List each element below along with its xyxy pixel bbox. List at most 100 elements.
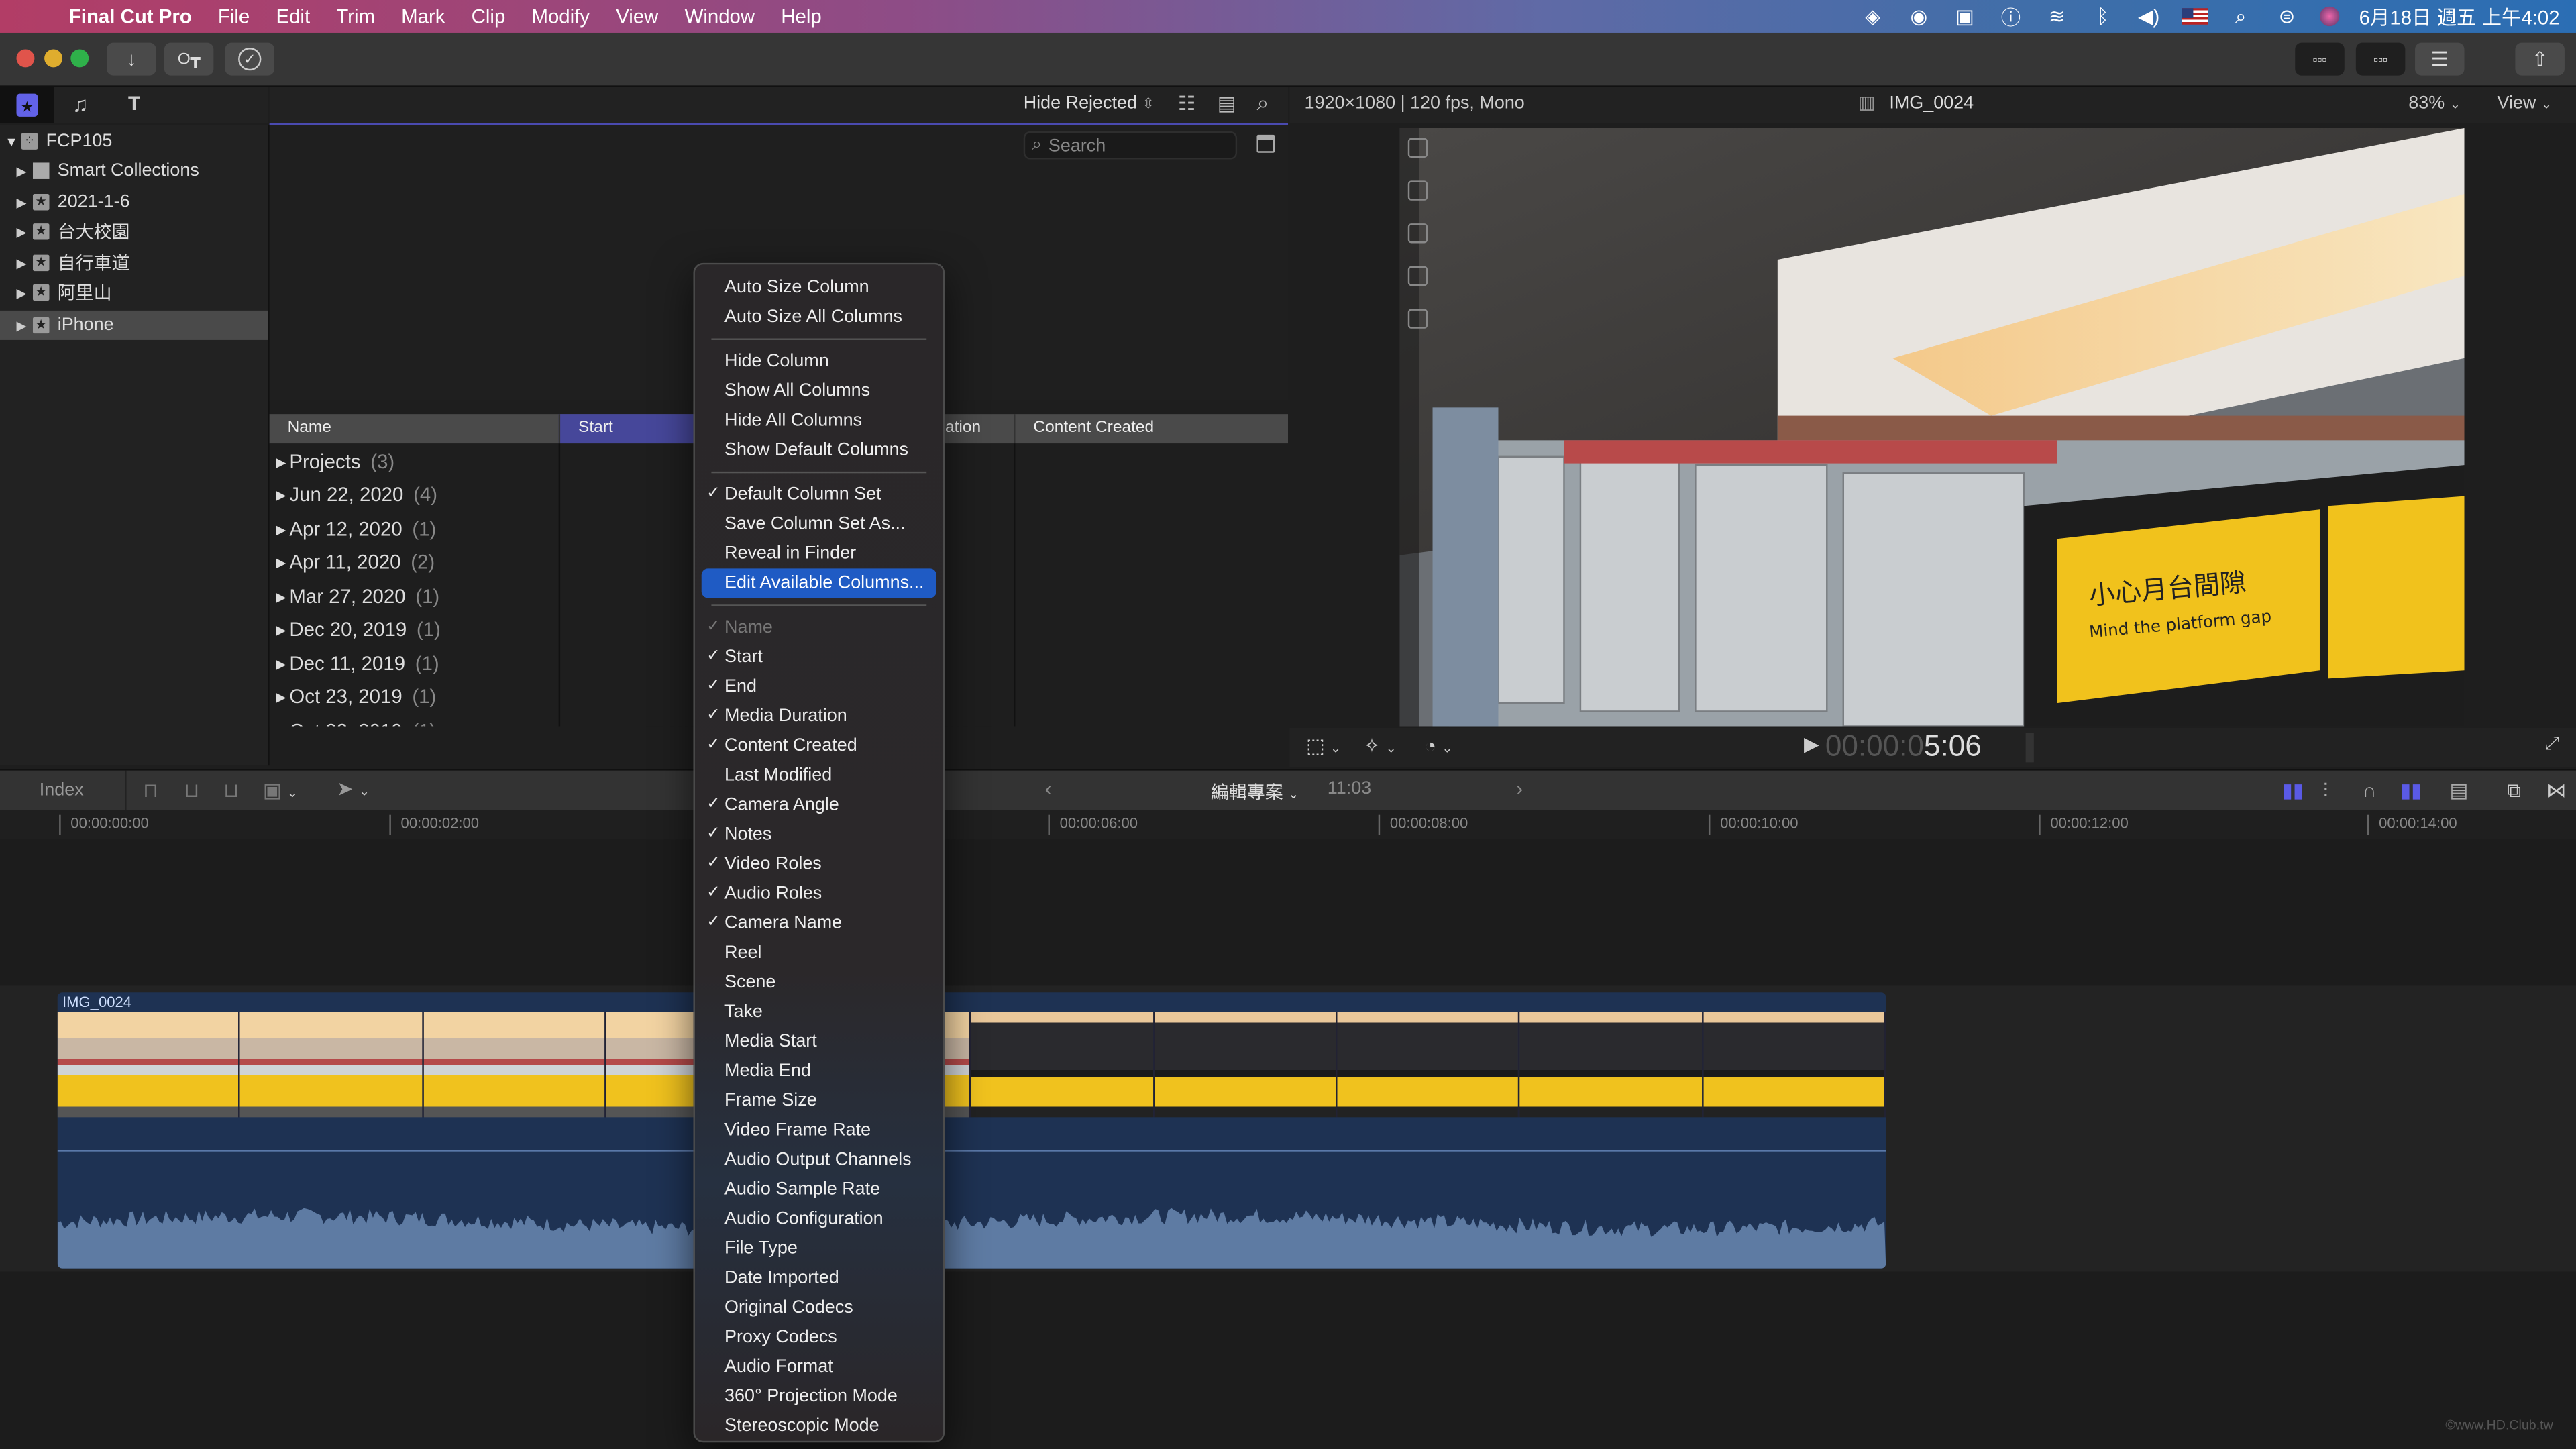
disclosure-icon[interactable]: ▶ — [16, 224, 30, 239]
menu-item-video-roles[interactable]: ✓ Video Roles — [702, 849, 936, 879]
retime-menu[interactable]: ◔ ⌄ — [1424, 735, 1452, 757]
timeline-index-button[interactable]: Index — [0, 770, 127, 810]
minimize-window-button[interactable] — [44, 49, 63, 68]
column-header-content-created[interactable]: Content Created — [1014, 414, 1288, 444]
menu-clip[interactable]: Clip — [458, 5, 519, 28]
keyword-editor-button[interactable]: O┳ — [164, 42, 214, 76]
disclosure-icon[interactable]: ▶ — [276, 522, 286, 537]
video-frame[interactable]: 小心月台間隙 Mind the platform gap — [1399, 128, 2465, 727]
us-flag-input-icon[interactable] — [2182, 8, 2208, 25]
menu-item-show-default-columns[interactable]: Show Default Columns — [702, 435, 936, 465]
menu-item-show-all-columns[interactable]: Show All Columns — [702, 376, 936, 406]
cpu-icon[interactable]: ▣ — [1951, 5, 1978, 28]
menu-item-last-modified[interactable]: Last Modified — [702, 761, 936, 790]
menu-app-name[interactable]: Final Cut Pro — [56, 5, 205, 28]
menu-item-end[interactable]: ✓ End — [702, 672, 936, 702]
menu-item-camera-angle[interactable]: ✓ Camera Angle — [702, 790, 936, 820]
menu-item-frame-size[interactable]: Frame Size — [702, 1086, 936, 1116]
menu-item-edit-available-columns[interactable]: Edit Available Columns... — [701, 568, 936, 598]
disclosure-icon[interactable]: ▶ — [276, 689, 286, 704]
sidebar-item-event[interactable]: ▶ ★ 自行車道 — [0, 248, 268, 278]
menu-item-media-duration[interactable]: ✓ Media Duration — [702, 702, 936, 731]
menu-item-take[interactable]: Take — [702, 998, 936, 1027]
clip-filter-popup[interactable]: Hide Rejected ⇳ — [1024, 94, 1155, 113]
titles-generators-tab[interactable]: T — [128, 92, 140, 115]
inspector-toggle-button[interactable]: ☰ — [2415, 42, 2465, 76]
menu-item-media-start[interactable]: Media Start — [702, 1027, 936, 1057]
menu-item-notes[interactable]: ✓ Notes — [702, 820, 936, 849]
menu-item-content-created[interactable]: ✓ Content Created — [702, 731, 936, 761]
menu-item-audio-configuration[interactable]: Audio Configuration — [702, 1204, 936, 1234]
menu-item-save-column-set-as[interactable]: Save Column Set As... — [702, 509, 936, 539]
clip-appearance-button[interactable]: ▤ — [2449, 779, 2468, 802]
browser-search-field[interactable]: ⌕ Search — [1023, 131, 1238, 160]
column-header-duration[interactable]: ration — [940, 414, 1014, 443]
menu-item-default-column-set[interactable]: ✓ Default Column Set — [702, 480, 936, 509]
disclosure-icon[interactable]: ▶ — [276, 555, 286, 570]
column-header-start[interactable]: Start — [558, 414, 694, 444]
menu-item-audio-roles[interactable]: ✓ Audio Roles — [702, 879, 936, 908]
menu-clock[interactable]: 6月18日 週五 上午4:02 — [2359, 3, 2560, 31]
clip-appearance-button[interactable]: ☷ — [1178, 92, 1195, 115]
disclosure-open-icon[interactable]: ▼ — [5, 134, 21, 149]
timecode-display[interactable]: 00:00:05:06 — [1825, 729, 1982, 763]
disclosure-icon[interactable]: ▶ — [276, 589, 286, 604]
sidebar-item-iphone[interactable]: ▶ ★ iPhone — [0, 310, 268, 340]
siri-icon[interactable] — [2319, 6, 2340, 27]
disclosure-icon[interactable]: ▶ — [16, 164, 30, 178]
wifi-icon[interactable]: ≋ — [2043, 5, 2070, 28]
import-media-button[interactable]: ↓ — [107, 42, 156, 76]
menu-item-hide-all-columns[interactable]: Hide All Columns — [702, 406, 936, 435]
transitions-browser-toggle[interactable]: ⋈ — [2546, 779, 2566, 802]
disclosure-icon[interactable]: ▶ — [276, 622, 286, 637]
sidebar-item-event[interactable]: ▶ ★ 2021-1-6 — [0, 187, 268, 217]
connect-clip-button[interactable]: ⊓ — [143, 779, 158, 802]
browser-toggle-button[interactable]: ▫▫▫ — [2295, 42, 2345, 76]
close-window-button[interactable] — [16, 49, 35, 68]
menu-item-reveal-in-finder[interactable]: Reveal in Finder — [702, 539, 936, 568]
screen-recorder-icon[interactable]: ◉ — [1906, 5, 1932, 28]
menu-item-audio-output-channels[interactable]: Audio Output Channels — [702, 1145, 936, 1175]
disclosure-icon[interactable]: ▶ — [16, 318, 30, 333]
menu-item-camera-name[interactable]: ✓ Camera Name — [702, 908, 936, 938]
enhancements-menu[interactable]: ✧ ⌄ — [1364, 735, 1397, 757]
libraries-tab[interactable]: ★ — [0, 87, 54, 123]
menu-file[interactable]: File — [205, 5, 263, 28]
viewer-view-menu[interactable]: View ⌄ — [2497, 94, 2552, 113]
menu-item-auto-size-column[interactable]: Auto Size Column — [702, 273, 936, 303]
timeline-history-back[interactable]: ‹ — [1045, 777, 1052, 800]
zoom-window-button[interactable] — [70, 49, 89, 68]
timeline-ruler[interactable]: 00:00:00:00 00:00:02:00 00:00:04:00 00:0… — [0, 810, 2576, 840]
menu-item-video-frame-rate[interactable]: Video Frame Rate — [702, 1116, 936, 1145]
spotlight-search-icon[interactable]: ⌕ — [2228, 4, 2254, 28]
project-name-menu[interactable]: 編輯專案 ⌄ — [1211, 779, 1299, 805]
menu-mark[interactable]: Mark — [388, 5, 459, 28]
browser-inspector-toggle[interactable] — [1256, 134, 1275, 153]
append-clip-button[interactable]: ⊔ — [223, 779, 239, 802]
sidebar-item-smart-collections[interactable]: ▶ Smart Collections — [0, 156, 268, 186]
menu-item-reel[interactable]: Reel — [702, 938, 936, 967]
disclosure-icon[interactable]: ▶ — [276, 454, 286, 469]
menu-item-hide-column[interactable]: Hide Column — [702, 347, 936, 376]
accessibility-icon[interactable]: ⓘ — [1998, 5, 2024, 29]
menu-item-file-type[interactable]: File Type — [702, 1234, 936, 1263]
filmstrip-view-button[interactable]: ▤ — [1218, 92, 1236, 115]
share-button[interactable]: ⇧ — [2515, 42, 2565, 76]
menu-modify[interactable]: Modify — [519, 5, 603, 28]
timeline-history-forward[interactable]: › — [1516, 777, 1523, 800]
menu-item-360-projection-mode[interactable]: 360° Projection Mode — [702, 1382, 936, 1411]
menu-help[interactable]: Help — [768, 5, 835, 28]
sidebar-item-event[interactable]: ▶ ★ 台大校園 — [0, 217, 268, 246]
photos-audio-tab[interactable]: ♫ — [72, 92, 89, 117]
column-header-name[interactable]: Name — [270, 414, 559, 443]
menu-item-stereoscopic-mode[interactable]: Stereoscopic Mode — [702, 1411, 936, 1441]
insert-clip-button[interactable]: ⊔ — [184, 779, 199, 802]
menu-item-proxy-codecs[interactable]: Proxy Codecs — [702, 1322, 936, 1352]
transform-menu[interactable]: ⬚ ⌄ — [1306, 735, 1341, 757]
menu-item-date-imported[interactable]: Date Imported — [702, 1263, 936, 1293]
solo-toggle[interactable]: ∩ — [2363, 779, 2377, 802]
overwrite-clip-button[interactable]: ▣ ⌄ — [263, 779, 298, 802]
background-tasks-button[interactable]: ✓ — [225, 42, 274, 76]
menu-item-auto-size-all-columns[interactable]: Auto Size All Columns — [702, 303, 936, 332]
effects-browser-toggle[interactable]: ⧉ — [2507, 779, 2521, 804]
